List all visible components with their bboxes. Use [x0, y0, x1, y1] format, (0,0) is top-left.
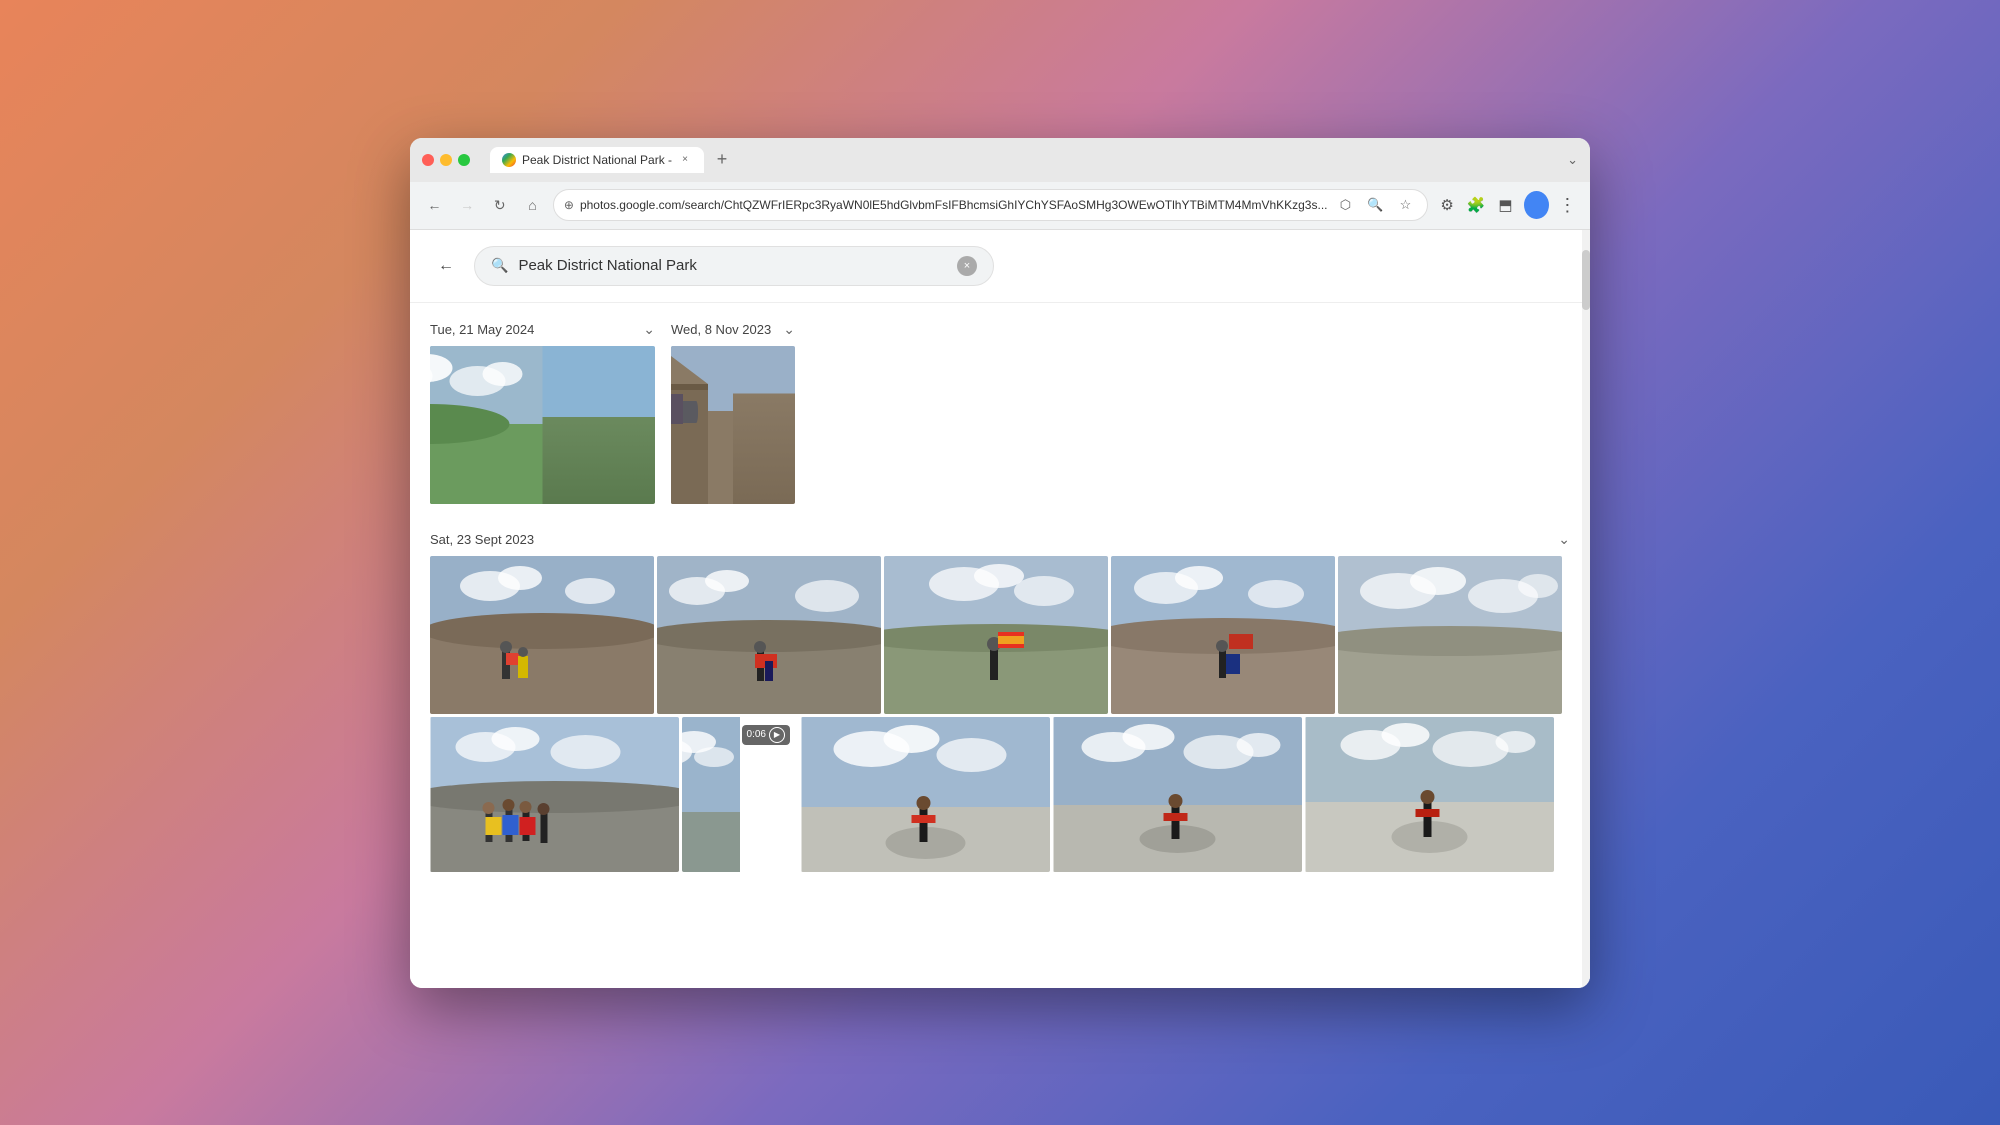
date-label-sept-2023: Sat, 23 Sept 2023	[430, 532, 534, 547]
search-clear-button[interactable]: ×	[957, 256, 977, 276]
tab-list-chevron[interactable]: ⌄	[1567, 152, 1578, 168]
tab-title: Peak District National Park -	[522, 153, 672, 167]
cast-icon[interactable]: ⬒	[1495, 193, 1516, 217]
extensions-icon[interactable]: 🧩	[1466, 193, 1487, 217]
scrollbar-thumb[interactable]	[1582, 250, 1590, 310]
date-chevron-nov-2023[interactable]: ⌄	[783, 321, 795, 338]
photo-item-landscape-2024[interactable]	[430, 346, 655, 504]
date-section-may-2024: Tue, 21 May 2024 ⌄	[430, 313, 655, 507]
photo-sept-moors5[interactable]	[1338, 556, 1562, 714]
photo-sept-moors3[interactable]	[884, 556, 1108, 714]
photo-sept-moors4[interactable]	[1111, 556, 1335, 714]
date-header-may-2024[interactable]: Tue, 21 May 2024 ⌄	[430, 313, 655, 346]
play-icon: ▶	[769, 727, 785, 743]
close-traffic-light[interactable]	[422, 154, 434, 166]
photo-sept-standing1[interactable]	[801, 717, 1050, 872]
photo-row-sept-2023-row1	[430, 556, 1570, 714]
search-value: Peak District National Park	[518, 257, 947, 274]
home-button[interactable]: ⌂	[520, 191, 545, 219]
active-tab[interactable]: Peak District National Park - ×	[490, 147, 704, 173]
scrollbar[interactable]	[1582, 230, 1590, 988]
photo-row-may-2024	[430, 346, 655, 504]
bookmark-icon[interactable]: ☆	[1393, 193, 1417, 217]
title-bar: Peak District National Park - × + ⌄	[410, 138, 1590, 182]
search-input-container[interactable]: 🔍 Peak District National Park ×	[474, 246, 994, 286]
settings-icon[interactable]: ⚙	[1436, 193, 1457, 217]
zoom-icon[interactable]: 🔍	[1363, 193, 1387, 217]
photo-item-building[interactable]	[671, 346, 795, 504]
photo-sept-moors2[interactable]	[657, 556, 881, 714]
photos-area: Tue, 21 May 2024 ⌄	[410, 303, 1590, 988]
video-duration: 0:06	[747, 729, 766, 740]
address-security-icon: ⊕	[564, 198, 574, 212]
photo-sept-group[interactable]	[430, 717, 679, 872]
minimize-traffic-light[interactable]	[440, 154, 452, 166]
browser-window: Peak District National Park - × + ⌄ ← → …	[410, 138, 1590, 988]
open-new-tab-icon[interactable]: ⬡	[1333, 193, 1357, 217]
back-button[interactable]: ←	[422, 191, 447, 219]
nav-bar: ← → ↻ ⌂ ⊕ photos.google.com/search/ChtQZ…	[410, 182, 1590, 230]
page-content: ← 🔍 Peak District National Park × Tue, 2…	[410, 230, 1590, 988]
address-bar[interactable]: ⊕ photos.google.com/search/ChtQZWFrIERpc…	[553, 189, 1429, 221]
profile-icon[interactable]	[1524, 191, 1549, 219]
browser-menu-icon[interactable]: ⋮	[1557, 193, 1578, 217]
address-text: photos.google.com/search/ChtQZWFrIERpc3R…	[580, 198, 1328, 212]
video-duration-badge: 0:06 ▶	[742, 725, 790, 745]
date-label-nov-2023: Wed, 8 Nov 2023	[671, 322, 771, 337]
photo-sept-moors1[interactable]	[430, 556, 654, 714]
tab-favicon	[502, 153, 516, 167]
date-label-may-2024: Tue, 21 May 2024	[430, 322, 534, 337]
tab-close-button[interactable]: ×	[678, 153, 692, 167]
address-actions: ⬡ 🔍 ☆	[1333, 193, 1417, 217]
photo-sept-standing2[interactable]	[1053, 717, 1302, 872]
photo-sept-standing3[interactable]	[1305, 717, 1554, 872]
date-header-sept-2023[interactable]: Sat, 23 Sept 2023 ⌄	[430, 523, 1570, 556]
date-section-sept-2023: Sat, 23 Sept 2023 ⌄	[430, 523, 1570, 872]
search-icon: 🔍	[491, 257, 508, 274]
photo-row-nov-2023	[671, 346, 795, 504]
date-chevron-sept-2023[interactable]: ⌄	[1558, 531, 1570, 548]
date-chevron-may-2024[interactable]: ⌄	[643, 321, 655, 338]
reload-button[interactable]: ↻	[487, 191, 512, 219]
new-tab-button[interactable]: +	[708, 146, 736, 174]
photo-sept-sky-video[interactable]: 0:06 ▶	[682, 717, 798, 872]
traffic-lights	[422, 154, 470, 166]
search-bar-area: ← 🔍 Peak District National Park ×	[410, 230, 1590, 303]
photo-row-sept-2023-row2: 0:06 ▶	[430, 717, 1570, 872]
date-header-nov-2023[interactable]: Wed, 8 Nov 2023 ⌄	[671, 313, 795, 346]
forward-button[interactable]: →	[455, 191, 480, 219]
page-back-button[interactable]: ←	[430, 250, 462, 282]
maximize-traffic-light[interactable]	[458, 154, 470, 166]
date-section-nov-2023: Wed, 8 Nov 2023 ⌄	[671, 313, 795, 507]
tab-bar: Peak District National Park - × + ⌄	[490, 146, 1578, 174]
